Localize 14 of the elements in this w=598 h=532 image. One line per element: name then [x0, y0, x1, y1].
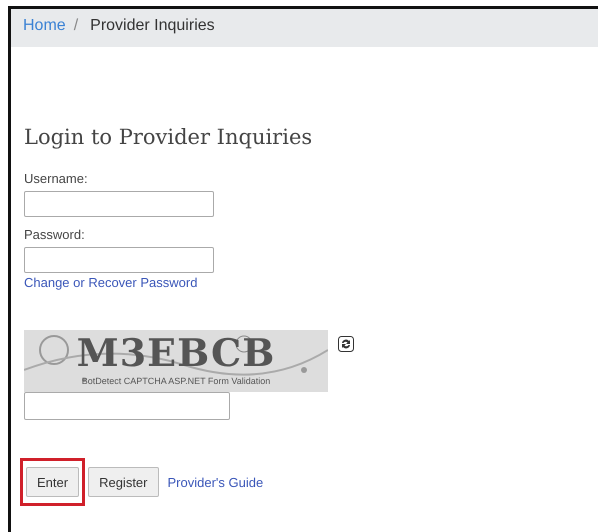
current-page: Provider Inquiries: [90, 17, 215, 35]
providers-guide-link[interactable]: Provider's Guide: [168, 474, 264, 490]
refresh-icon[interactable]: [338, 336, 354, 352]
field-label: Username:: [24, 171, 88, 186]
captcha-image: M3EBCB BotDetect CAPTCHA ASP.NET Form Validation: [24, 330, 328, 392]
captcha-input-field[interactable]: [24, 392, 230, 420]
form-button[interactable]: Register: [88, 467, 158, 497]
input-field[interactable]: [24, 247, 214, 273]
form-button[interactable]: Enter: [26, 467, 80, 497]
recover-password-link[interactable]: Change or Recover Password: [24, 275, 198, 290]
page-heading: Login to Provider Inquiries: [24, 125, 312, 149]
field-label: Password:: [24, 227, 85, 242]
breadcrumb-separator: /: [74, 17, 78, 35]
input-field[interactable]: [24, 191, 214, 217]
